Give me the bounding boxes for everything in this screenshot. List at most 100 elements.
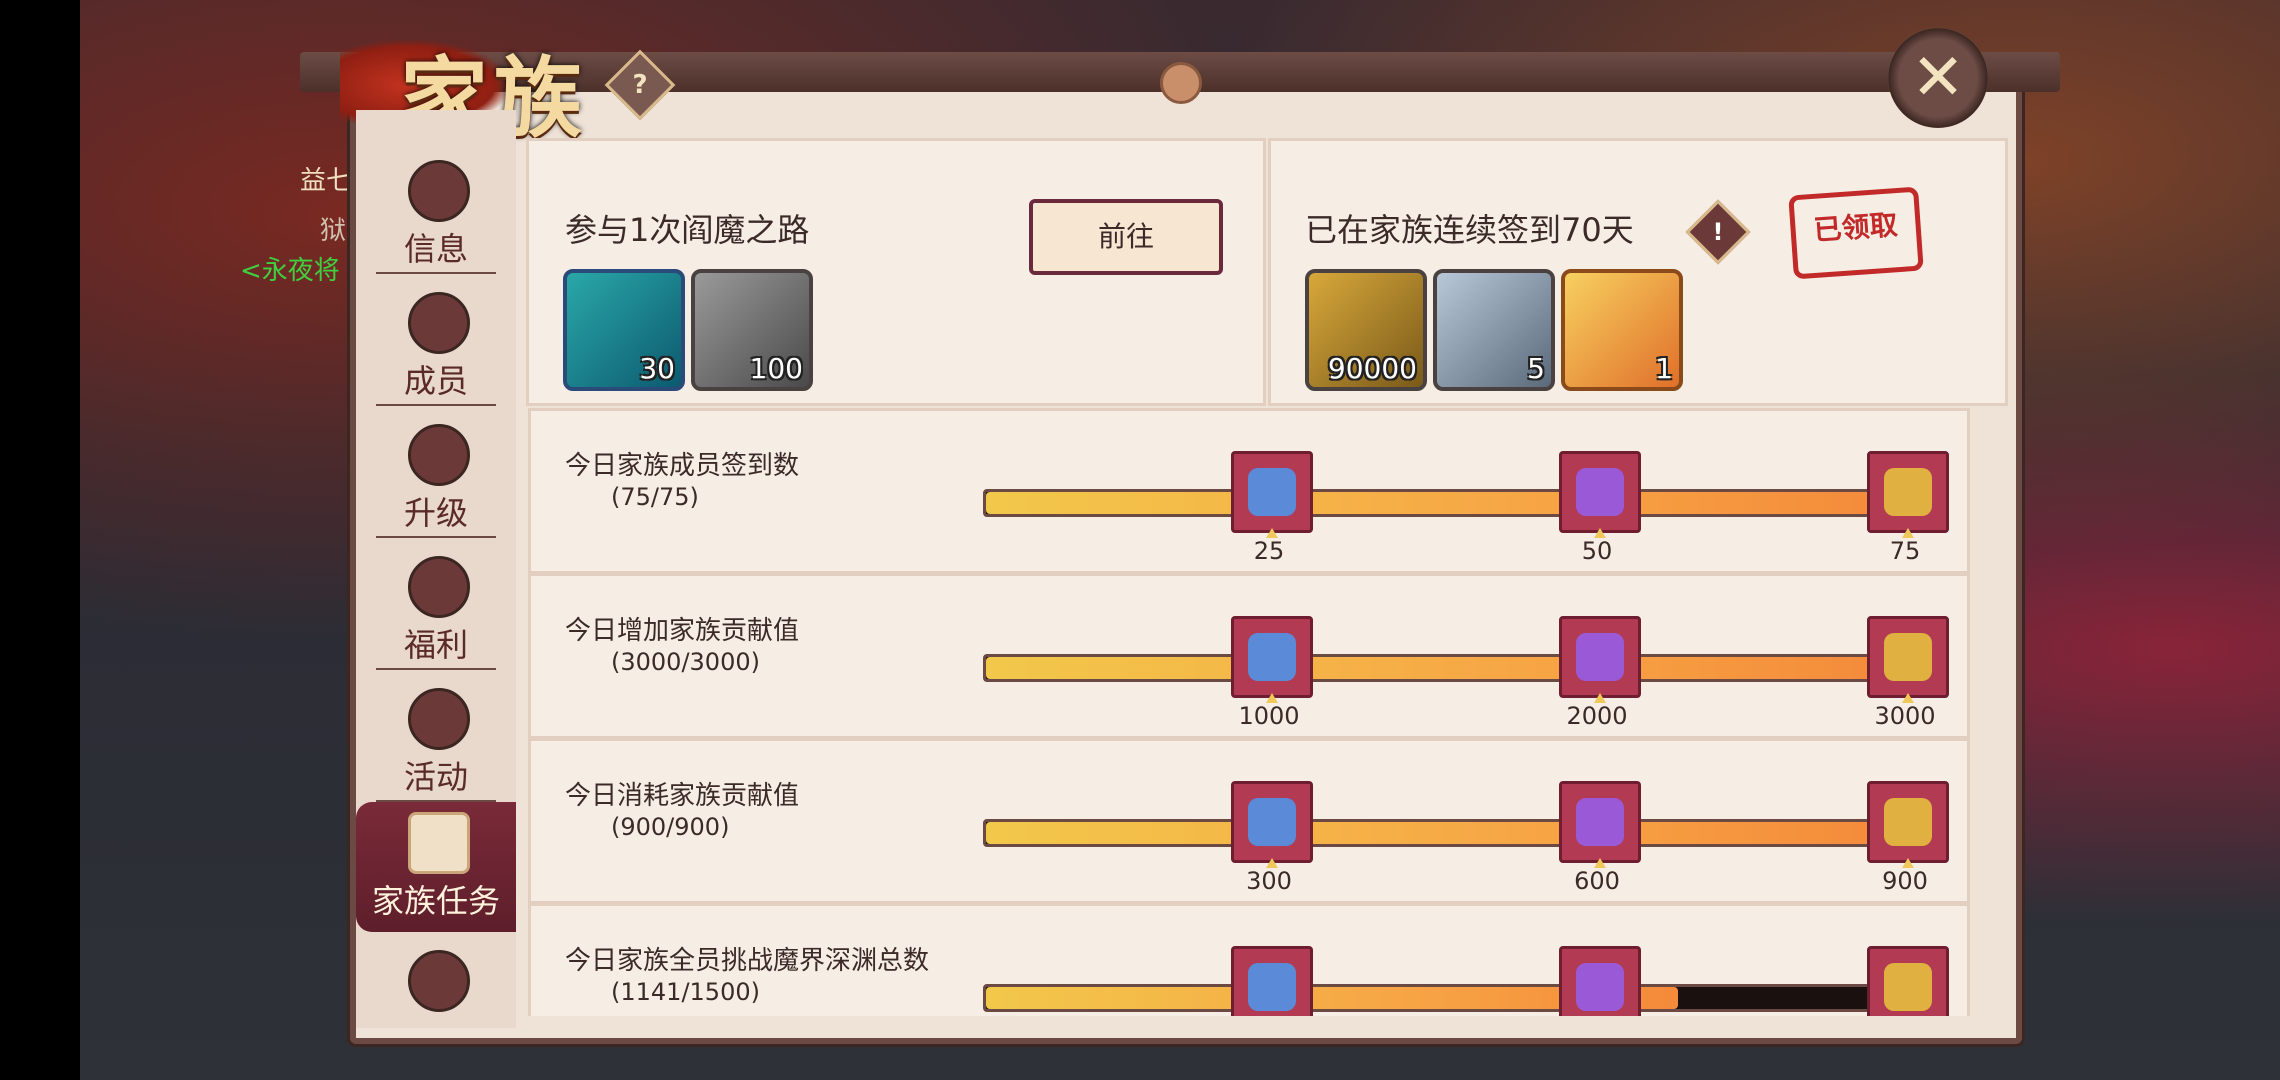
milestone-label: 3000 — [1874, 702, 1936, 730]
milestone-label: 50 — [1581, 537, 1613, 565]
reward-count: 90000 — [1327, 352, 1417, 385]
chest-icon — [1884, 798, 1932, 846]
chest-icon — [1884, 963, 1932, 1011]
reward-chest-gold[interactable] — [1867, 451, 1949, 538]
goto-button[interactable]: 前往 — [1029, 199, 1223, 275]
reward-chest-gold[interactable] — [1867, 781, 1949, 868]
crossed-blades-icon — [408, 950, 470, 1012]
reward-chest-purple[interactable] — [1559, 451, 1641, 538]
row-count: (75/75) — [611, 483, 699, 511]
bg-text-fragment: 狱 — [320, 216, 347, 246]
chest-icon — [1576, 468, 1624, 516]
reward-item[interactable]: 30 — [563, 269, 685, 391]
progress-row: 今日家族成员签到数 (75/75) 25 50 75 — [528, 408, 1970, 574]
chest-icon — [1576, 963, 1624, 1011]
progress-row: 今日家族全员挑战魔界深渊总数 (1141/1500) — [528, 903, 1970, 1016]
progress-list: 今日家族成员签到数 (75/75) 25 50 75 今日增加家族贡献值 (30… — [520, 404, 2010, 1016]
sidebar-item-label: 家族任务 — [371, 882, 500, 920]
bg-guild-name: <永夜将 — [240, 256, 340, 286]
exclamation-icon: ! — [1712, 218, 1724, 246]
crest-icon — [408, 292, 470, 354]
divider — [376, 404, 496, 406]
divider — [376, 668, 496, 670]
divider — [376, 272, 496, 274]
progress-bar — [983, 654, 1899, 682]
row-title: 今日增加家族贡献值 — [565, 616, 800, 646]
progress-bar — [983, 984, 1899, 1012]
chest-icon — [1248, 633, 1296, 681]
chest-icon — [1576, 798, 1624, 846]
sidebar: 信息 成员 升级 福利 活动 家族任务 — [356, 110, 516, 1028]
row-title: 今日消耗家族贡献值 — [565, 781, 800, 811]
ornament-icon — [1160, 62, 1202, 104]
chest-icon — [1248, 468, 1296, 516]
reward-chest-blue[interactable] — [1231, 616, 1313, 703]
scroll-icon — [408, 160, 470, 222]
chest-icon — [1248, 963, 1296, 1011]
milestone-label: 2000 — [1566, 702, 1628, 730]
task-title: 参与1次阎魔之路 — [565, 211, 810, 249]
reward-chest-purple[interactable] — [1559, 781, 1641, 868]
sidebar-item-more[interactable] — [356, 940, 516, 1070]
milestone-label: 75 — [1889, 537, 1921, 565]
row-title: 今日家族成员签到数 — [565, 451, 800, 481]
sidebar-item-label: 福利 — [403, 626, 468, 664]
progress-bar — [983, 819, 1899, 847]
daruma-icon — [408, 688, 470, 750]
question-icon: ? — [632, 70, 648, 100]
reward-chest-blue[interactable] — [1231, 451, 1313, 538]
sidebar-item-info[interactable]: 信息 — [356, 150, 516, 280]
reward-count: 5 — [1527, 352, 1545, 385]
milestone-label: 25 — [1253, 537, 1285, 565]
milestone-label: 300 — [1246, 867, 1292, 895]
claimed-stamp: 已领取 — [1788, 186, 1924, 280]
chest-icon — [1248, 798, 1296, 846]
chest-icon — [1884, 633, 1932, 681]
progress-fill — [986, 492, 1896, 514]
signin-card: 已在家族连续签到70天 ! 已领取 90000 5 1 — [1268, 138, 2008, 406]
task-card: 参与1次阎魔之路 前往 30 100 — [526, 138, 1266, 406]
sidebar-item-label: 活动 — [403, 758, 468, 796]
reward-item[interactable]: 1 — [1561, 269, 1683, 391]
sidebar-item-upgrade[interactable]: 升级 — [356, 414, 516, 544]
sidebar-item-activity[interactable]: 活动 — [356, 678, 516, 808]
row-count: (1141/1500) — [611, 978, 760, 1006]
reward-chest-blue[interactable] — [1231, 781, 1313, 868]
sidebar-item-label: 升级 — [403, 494, 468, 532]
progress-bar — [983, 489, 1899, 517]
progress-row: 今日消耗家族贡献值 (900/900) 300 600 900 — [528, 738, 1970, 904]
progress-fill — [986, 657, 1896, 679]
row-title: 今日家族全员挑战魔界深渊总数 — [565, 946, 930, 976]
spiral-icon — [408, 424, 470, 486]
milestone-label: 1000 — [1238, 702, 1300, 730]
reward-count: 100 — [749, 352, 803, 385]
reward-item[interactable]: 5 — [1433, 269, 1555, 391]
task-icon — [408, 812, 470, 874]
reward-chest-purple[interactable] — [1559, 946, 1641, 1016]
milestone-label: 600 — [1574, 867, 1620, 895]
divider — [376, 536, 496, 538]
close-button[interactable]: ✕ — [1888, 28, 1988, 128]
reward-chest-gold[interactable] — [1867, 946, 1949, 1016]
row-count: (3000/3000) — [611, 648, 760, 676]
bg-player-name: 益七 — [300, 166, 353, 196]
reward-chest-blue[interactable] — [1231, 946, 1313, 1016]
info-button[interactable]: ! — [1685, 199, 1751, 265]
reward-chest-gold[interactable] — [1867, 616, 1949, 703]
row-count: (900/900) — [611, 813, 730, 841]
reward-item[interactable]: 100 — [691, 269, 813, 391]
sidebar-item-label: 信息 — [403, 230, 468, 268]
progress-fill — [986, 822, 1896, 844]
signin-title: 已在家族连续签到70天 — [1305, 211, 1634, 249]
sidebar-item-members[interactable]: 成员 — [356, 282, 516, 412]
reward-count: 1 — [1655, 352, 1673, 385]
reward-count: 30 — [639, 352, 675, 385]
reward-item[interactable]: 90000 — [1305, 269, 1427, 391]
sidebar-item-label: 成员 — [403, 362, 468, 400]
reward-chest-purple[interactable] — [1559, 616, 1641, 703]
chest-icon — [1576, 633, 1624, 681]
sidebar-item-welfare[interactable]: 福利 — [356, 546, 516, 676]
chest-icon — [1884, 468, 1932, 516]
sidebar-item-family-task[interactable]: 家族任务 — [356, 802, 516, 932]
gift-icon — [408, 556, 470, 618]
